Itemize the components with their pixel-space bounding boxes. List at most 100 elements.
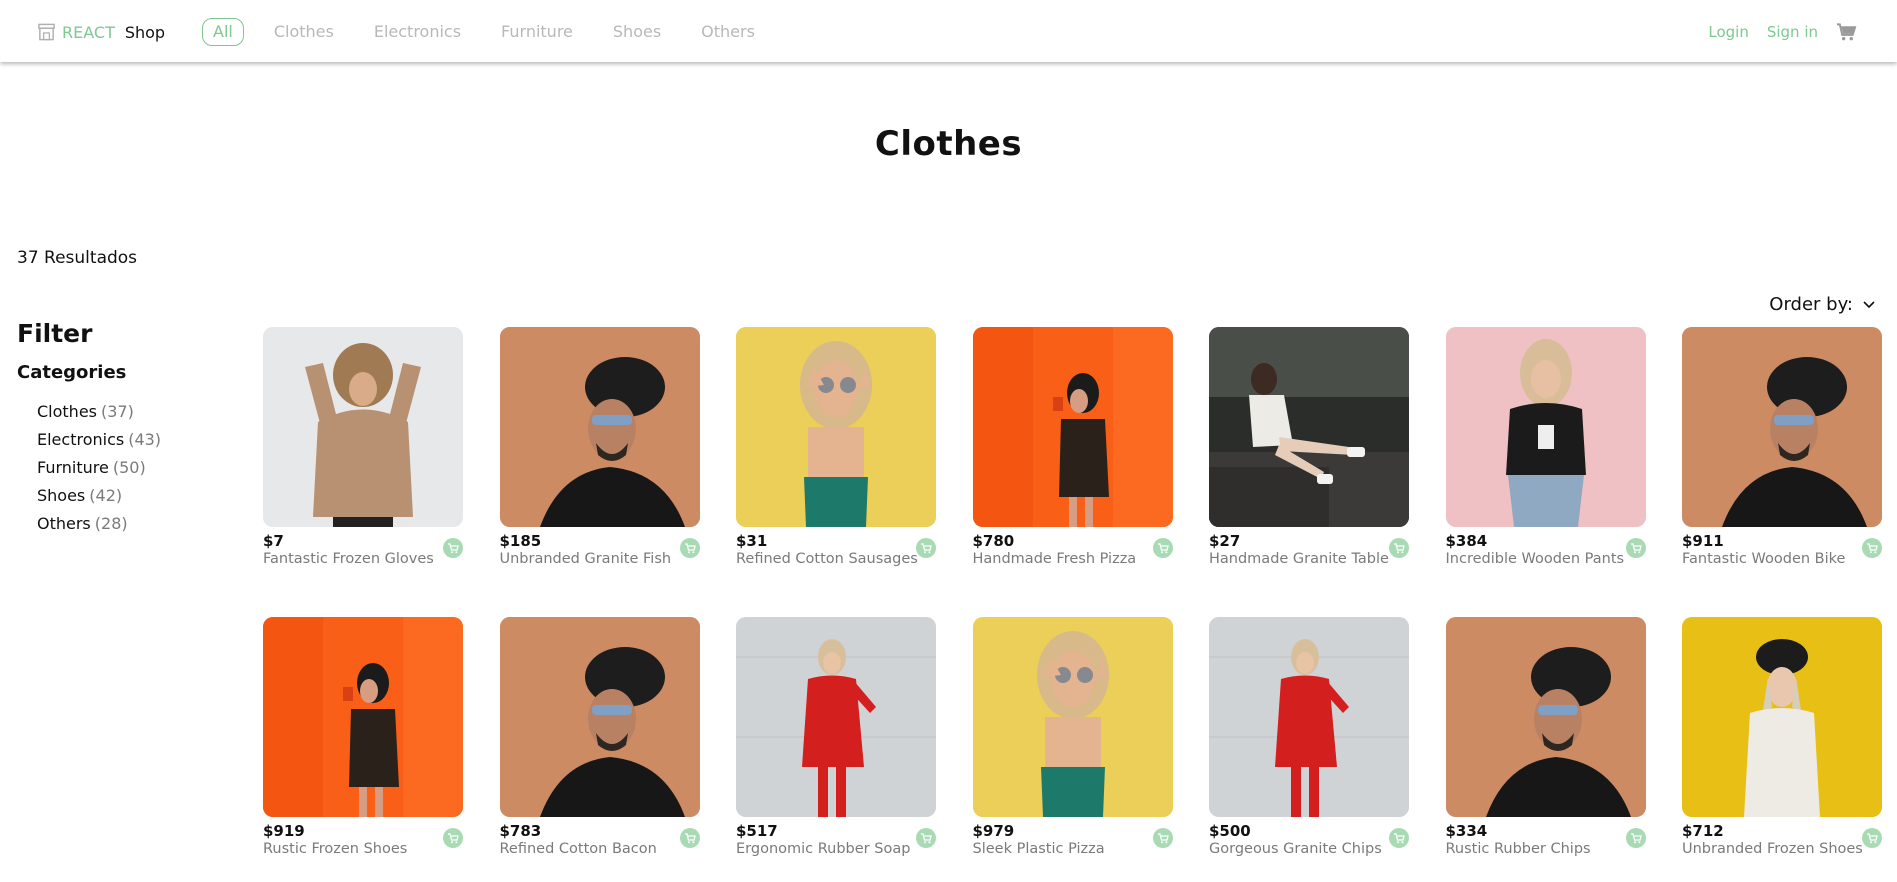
product-image[interactable] xyxy=(972,617,1173,817)
product-photo xyxy=(972,327,1173,527)
add-to-cart-button[interactable] xyxy=(916,538,936,558)
product-image[interactable] xyxy=(263,327,463,527)
add-to-cart-icon xyxy=(1630,833,1642,844)
add-to-cart-button[interactable] xyxy=(1389,538,1409,558)
product-card[interactable]: $500 Gorgeous Granite Chips xyxy=(1209,617,1409,867)
product-photo xyxy=(1209,327,1409,527)
product-name: Handmade Fresh Pizza xyxy=(972,551,1137,567)
signin-link[interactable]: Sign in xyxy=(1767,23,1818,41)
product-name: Handmade Granite Table xyxy=(1209,551,1389,567)
product-photo xyxy=(736,617,936,817)
product-image[interactable] xyxy=(1445,617,1646,817)
product-name: Ergonomic Rubber Soap xyxy=(736,841,911,857)
nav-furniture[interactable]: Furniture xyxy=(501,19,573,45)
add-to-cart-button[interactable] xyxy=(443,538,463,558)
order-by-label: Order by: xyxy=(1769,294,1853,315)
login-link[interactable]: Login xyxy=(1708,23,1748,41)
order-by-dropdown[interactable]: Order by: xyxy=(1769,294,1875,315)
filter-item-label: Electronics xyxy=(37,430,125,449)
product-image[interactable] xyxy=(1682,617,1882,817)
product-photo xyxy=(263,327,463,527)
product-name: Gorgeous Granite Chips xyxy=(1209,841,1382,857)
product-card[interactable]: $517 Ergonomic Rubber Soap xyxy=(736,617,936,867)
add-to-cart-button[interactable] xyxy=(1152,828,1173,848)
product-name: Unbranded Frozen Shoes xyxy=(1682,841,1863,857)
add-to-cart-button[interactable] xyxy=(1862,828,1882,848)
product-card[interactable]: $27 Handmade Granite Table xyxy=(1209,327,1409,577)
add-to-cart-icon xyxy=(684,833,696,844)
product-price: $919 xyxy=(263,822,305,840)
filter-item-label: Shoes xyxy=(37,486,86,505)
product-price: $185 xyxy=(499,532,542,550)
add-to-cart-icon xyxy=(1394,833,1405,844)
top-navbar: REACT Shop All Clothes Electronics Furni… xyxy=(0,0,1897,62)
add-to-cart-button[interactable] xyxy=(679,828,700,848)
product-photo xyxy=(1682,617,1882,817)
product-photo xyxy=(1445,327,1646,527)
product-card[interactable]: $780 Handmade Fresh Pizza xyxy=(972,327,1173,577)
product-card[interactable]: $384 Incredible Wooden Pants xyxy=(1445,327,1646,577)
add-to-cart-button[interactable] xyxy=(679,538,700,558)
product-card[interactable]: $712 Unbranded Frozen Shoes xyxy=(1682,617,1882,867)
product-price: $334 xyxy=(1445,822,1488,840)
nav-electronics[interactable]: Electronics xyxy=(374,19,461,45)
add-to-cart-button[interactable] xyxy=(1389,828,1409,848)
add-to-cart-button[interactable] xyxy=(1152,538,1173,558)
filter-item-electronics[interactable]: Electronics (43) xyxy=(37,428,161,456)
filter-item-label: Others xyxy=(37,514,91,533)
product-name: Unbranded Granite Fish xyxy=(499,551,672,567)
add-to-cart-button[interactable] xyxy=(1862,538,1882,558)
product-image[interactable] xyxy=(1209,327,1409,527)
product-price: $783 xyxy=(499,822,542,840)
add-to-cart-button[interactable] xyxy=(1625,828,1646,848)
product-card[interactable]: $979 Sleek Plastic Pizza xyxy=(972,617,1173,867)
add-to-cart-icon xyxy=(1867,833,1878,844)
product-price: $27 xyxy=(1209,532,1241,550)
add-to-cart-button[interactable] xyxy=(1625,538,1646,558)
product-photo xyxy=(499,617,700,817)
product-card[interactable]: $7 Fantastic Frozen Gloves xyxy=(263,327,463,577)
nav-others[interactable]: Others xyxy=(701,19,755,45)
filter-item-count: (50) xyxy=(112,458,146,477)
filter-item-others[interactable]: Others (28) xyxy=(37,512,161,540)
product-price: $712 xyxy=(1682,822,1724,840)
product-price: $911 xyxy=(1682,532,1724,550)
add-to-cart-icon xyxy=(684,543,696,554)
product-image[interactable] xyxy=(736,617,936,817)
product-image[interactable] xyxy=(263,617,463,817)
product-card[interactable]: $31 Refined Cotton Sausages xyxy=(736,327,936,577)
brand-logo[interactable]: REACT Shop xyxy=(37,19,165,45)
product-price: $780 xyxy=(972,532,1015,550)
filter-item-count: (28) xyxy=(94,514,128,533)
product-card[interactable]: $783 Refined Cotton Bacon xyxy=(499,617,700,867)
add-to-cart-icon xyxy=(1394,543,1405,554)
filter-item-shoes[interactable]: Shoes (42) xyxy=(37,484,161,512)
nav-all[interactable]: All xyxy=(202,18,244,46)
product-card[interactable]: $919 Rustic Frozen Shoes xyxy=(263,617,463,867)
product-image[interactable] xyxy=(736,327,936,527)
nav-clothes[interactable]: Clothes xyxy=(274,19,334,45)
product-image[interactable] xyxy=(972,327,1173,527)
filter-item-furniture[interactable]: Furniture (50) xyxy=(37,456,161,484)
filter-item-count: (43) xyxy=(128,430,162,449)
product-name: Fantastic Frozen Gloves xyxy=(263,551,434,567)
add-to-cart-button[interactable] xyxy=(916,828,936,848)
add-to-cart-button[interactable] xyxy=(443,828,463,848)
product-card[interactable]: $911 Fantastic Wooden Bike xyxy=(1682,327,1882,577)
product-image[interactable] xyxy=(1682,327,1882,527)
cart-icon[interactable] xyxy=(1836,22,1857,42)
filter-item-clothes[interactable]: Clothes (37) xyxy=(37,400,161,428)
filter-item-label: Clothes xyxy=(37,402,97,421)
product-card[interactable]: $334 Rustic Rubber Chips xyxy=(1445,617,1646,867)
product-image[interactable] xyxy=(1445,327,1646,527)
product-card[interactable]: $185 Unbranded Granite Fish xyxy=(499,327,700,577)
product-price: $7 xyxy=(263,532,284,550)
filter-item-count: (37) xyxy=(101,402,134,421)
nav-shoes[interactable]: Shoes xyxy=(613,19,661,45)
product-image[interactable] xyxy=(499,617,700,817)
product-grid: $7 Fantastic Frozen Gloves $185 Unbranded … xyxy=(263,327,1883,867)
product-name: Rustic Rubber Chips xyxy=(1445,841,1591,857)
category-filter-list: Clothes (37) Electronics (43) Furniture (50… xyxy=(37,400,161,540)
product-image[interactable] xyxy=(499,327,700,527)
product-image[interactable] xyxy=(1209,617,1409,817)
